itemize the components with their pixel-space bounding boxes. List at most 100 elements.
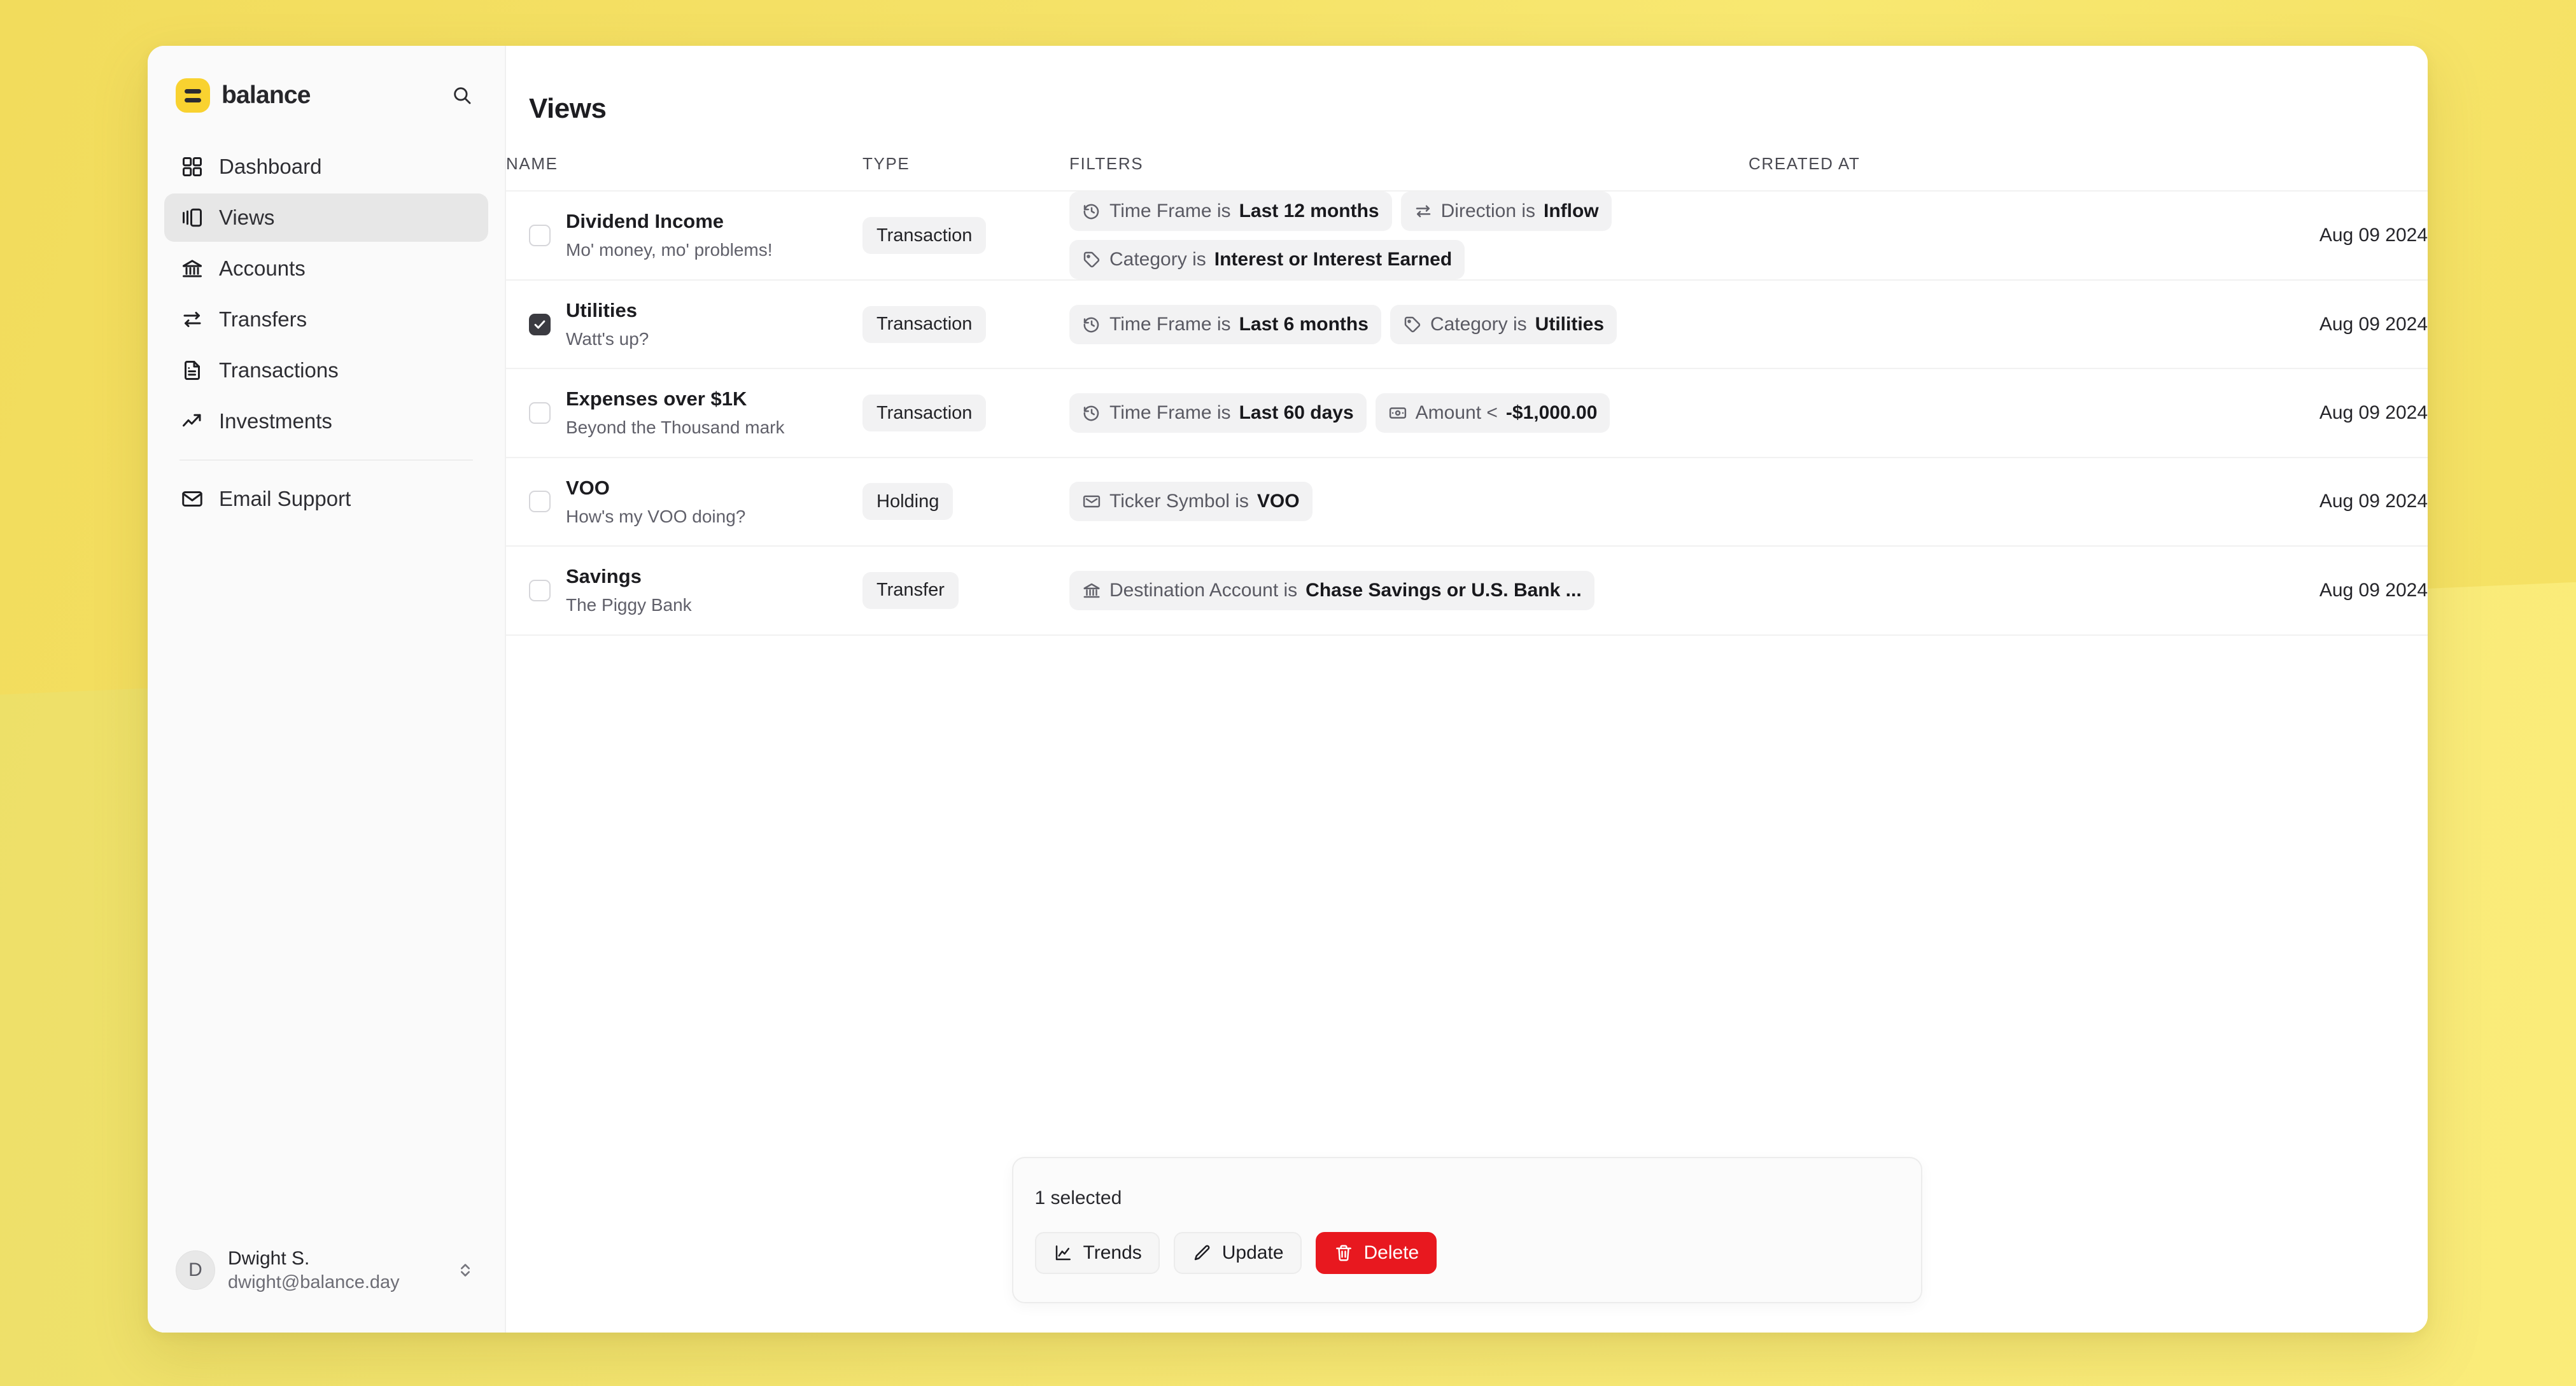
sidebar-item-transactions[interactable]: Transactions [164,346,488,395]
table-header: NAME TYPE FILTERS CREATED AT [506,154,2428,192]
column-header-name: NAME [506,154,862,192]
filter-chip[interactable]: Amount < -$1,000.00 [1375,393,1610,433]
update-button[interactable]: Update [1173,1232,1302,1274]
user-name: Dwight S. [228,1247,310,1269]
row-checkbox[interactable] [529,402,551,424]
chevron-up-down-icon[interactable] [454,1256,477,1284]
name-text: VOO How's my VOO doing? [566,475,745,529]
cell-name: VOO How's my VOO doing? [506,457,862,547]
sidebar-item-transfers[interactable]: Transfers [164,295,488,344]
filter-chip[interactable]: Time Frame is Last 6 months [1069,304,1381,344]
row-checkbox[interactable] [529,491,551,513]
row-checkbox[interactable] [529,579,551,601]
delete-button[interactable]: Delete [1315,1232,1437,1274]
transfer-arrows-icon [179,307,205,332]
filter-chip[interactable]: Time Frame is Last 12 months [1069,192,1392,231]
sidebar-nav: Dashboard Views Accounts Transfers Trans… [148,116,505,526]
name-cell: VOO How's my VOO doing? [506,458,862,545]
cell-filters: Time Frame is Last 12 months Direction is I… [1069,191,1749,281]
filter-chip[interactable]: Time Frame is Last 60 days [1069,393,1367,433]
panels-icon [179,205,205,230]
sidebar-item-label: Accounts [219,256,306,280]
sidebar-item-views[interactable]: Views [164,193,488,242]
grid-icon [179,154,205,179]
filter-chip-value: Inflow [1544,200,1599,221]
cell-type: Transaction [862,280,1069,370]
filter-chip-list: Time Frame is Last 6 months Category is Uti… [1069,304,1749,344]
cell-filters: Time Frame is Last 60 days Amount < -$1,000… [1069,368,1749,458]
sidebar-item-label: Dashboard [219,155,322,178]
sidebar-item-dashboard[interactable]: Dashboard [164,143,488,191]
name-cell: Savings The Piggy Bank [506,547,862,634]
view-name: Savings [566,565,642,588]
bank-icon [179,256,205,281]
envelope-icon [179,486,205,512]
cell-name: Utilities Watt's up? [506,280,862,370]
filter-chip-label: Destination Account is [1109,579,1298,601]
history-icon [1082,403,1101,423]
filter-chip[interactable]: Category is Interest or Interest Earned [1069,240,1465,279]
ticket-icon [1082,492,1101,511]
view-description: How's my VOO doing? [566,506,746,526]
app-window: balance Dashboard Views Accounts Transfe… [148,46,2428,1333]
history-icon [1082,202,1101,221]
table-row[interactable]: VOO How's my VOO doing? Holding Ticker Sy… [506,457,2428,547]
view-description: Beyond the Thousand mark [566,417,785,438]
table-row[interactable]: Dividend Income Mo' money, mo' problems!… [506,191,2428,281]
button-label: Update [1221,1242,1284,1263]
sidebar-item-label: Transactions [219,358,339,382]
type-badge: Transaction [862,305,987,343]
cell-type: Transaction [862,191,1069,281]
filter-chip-label: Category is [1430,313,1527,335]
sidebar-item-email-support[interactable]: Email Support [164,475,488,523]
direction-icon [1414,202,1433,221]
view-description: The Piggy Bank [566,594,692,615]
filter-chip-label: Time Frame is [1109,313,1231,335]
row-checkbox[interactable] [529,313,551,335]
cell-type: Transfer [862,546,1069,636]
cell-created-at: Aug 09 2024 [1749,457,2428,547]
view-name: Expenses over $1K [566,388,747,410]
user-account-switcher[interactable]: D Dwight S. dwight@balance.day [148,1247,505,1333]
filter-chip-list: Time Frame is Last 12 months Direction is I… [1069,192,1749,279]
name-text: Utilities Watt's up? [566,297,649,351]
table-row[interactable]: Utilities Watt's up? Transaction Time Fra… [506,280,2428,370]
filter-chip-list: Ticker Symbol is VOO [1069,482,1749,522]
sidebar-item-accounts[interactable]: Accounts [164,244,488,293]
type-badge: Transfer [862,571,959,609]
bulk-action-bar: 1 selected Trends Update Delete [1011,1157,1922,1303]
user-meta: Dwight S. dwight@balance.day [228,1247,441,1295]
filter-chip-value: Chase Savings or U.S. Bank ... [1306,579,1582,601]
table-row[interactable]: Expenses over $1K Beyond the Thousand ma… [506,368,2428,458]
button-label: Delete [1363,1242,1419,1263]
trends-button[interactable]: Trends [1034,1232,1160,1274]
filter-chip[interactable]: Destination Account is Chase Savings or U… [1069,570,1594,610]
filter-chip[interactable]: Ticker Symbol is VOO [1069,482,1313,522]
cell-filters: Ticker Symbol is VOO [1069,457,1749,547]
filter-chip-value: Last 6 months [1239,313,1369,335]
name-cell: Dividend Income Mo' money, mo' problems! [506,192,862,279]
brand-name: balance [222,81,311,109]
filter-chip[interactable]: Direction is Inflow [1400,192,1612,231]
view-name: Dividend Income [566,210,724,233]
filter-chip-value: VOO [1256,491,1300,512]
view-description: Mo' money, mo' problems! [566,240,773,260]
line-chart-icon [1053,1243,1073,1263]
row-checkbox[interactable] [529,224,551,246]
filter-chip-label: Direction is [1440,200,1535,221]
sidebar-item-label: Email Support [219,487,351,510]
table-row[interactable]: Savings The Piggy Bank Transfer Destinati… [506,546,2428,636]
cell-created-at: Aug 09 2024 [1749,546,2428,636]
sidebar-item-investments[interactable]: Investments [164,397,488,445]
trash-icon [1334,1243,1354,1263]
cell-name: Savings The Piggy Bank [506,546,862,636]
user-email: dwight@balance.day [228,1271,400,1292]
name-text: Expenses over $1K Beyond the Thousand ma… [566,386,784,440]
filter-chip[interactable]: Category is Utilities [1390,304,1617,344]
search-icon[interactable] [447,81,477,110]
view-name: Utilities [566,299,637,321]
trending-up-icon [179,409,205,434]
document-icon [179,358,205,383]
brand[interactable]: balance [176,78,447,113]
selected-count: 1 selected [1034,1187,1122,1208]
